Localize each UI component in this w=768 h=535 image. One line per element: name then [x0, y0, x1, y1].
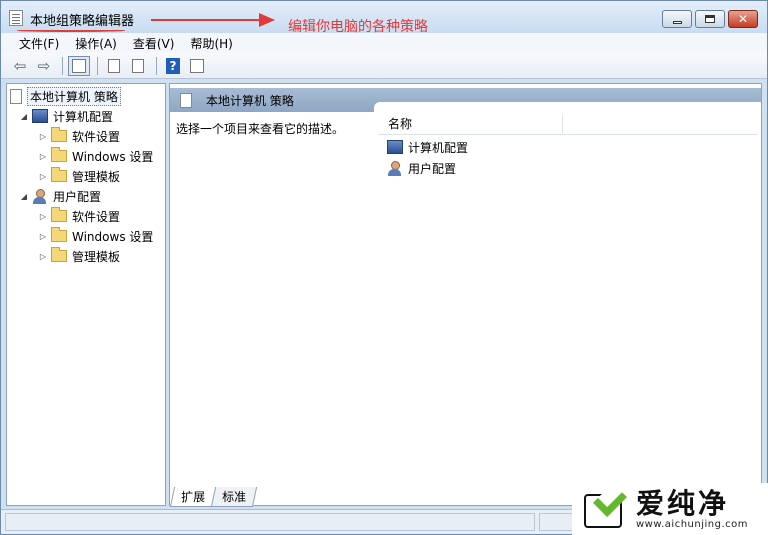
- tree-item-computer-config[interactable]: ◢ 计算机配置: [19, 106, 113, 126]
- menu-bar: 文件(F) 操作(A) 查看(V) 帮助(H): [1, 33, 767, 53]
- details-pane: 本地计算机 策略 选择一个项目来查看它的描述。 名称 计算机配置 用户配置 扩展…: [169, 83, 762, 507]
- tree-item-label: 管理模板: [72, 169, 121, 184]
- collapsed-arrow-icon[interactable]: ▷: [38, 172, 48, 181]
- back-button[interactable]: ⇦: [9, 56, 31, 76]
- title-bar[interactable]: 本地组策略编辑器 编辑你电脑的各种策略 ✕: [1, 1, 767, 35]
- tree-item-computer-windows[interactable]: ▷ Windows 设置: [38, 146, 153, 166]
- menu-file[interactable]: 文件(F): [11, 33, 67, 53]
- show-hide-tree-button[interactable]: [68, 55, 90, 76]
- list-item-label: 用户配置: [408, 161, 457, 176]
- export-list-button[interactable]: [127, 56, 149, 76]
- action-pane-button[interactable]: [186, 56, 208, 76]
- status-segment: [5, 513, 535, 531]
- collapsed-arrow-icon[interactable]: ▷: [38, 232, 48, 241]
- tree-item-label: 计算机配置: [53, 109, 114, 124]
- tab-label: 扩展: [181, 490, 206, 504]
- computer-icon: [32, 109, 48, 123]
- watermark-url: www.aichunjing.com: [636, 519, 748, 530]
- menu-help[interactable]: 帮助(H): [182, 33, 240, 53]
- tab-label: 标准: [222, 490, 247, 504]
- properties-icon: [108, 58, 120, 73]
- minimize-button[interactable]: [662, 10, 692, 28]
- collapsed-arrow-icon[interactable]: ▷: [38, 152, 48, 161]
- tree-root[interactable]: 本地计算机 策略: [10, 86, 121, 106]
- list-item-computer-config[interactable]: 计算机配置: [387, 137, 468, 157]
- list-item-label: 计算机配置: [408, 140, 469, 155]
- policy-document-icon: [9, 10, 23, 26]
- maximize-icon: [705, 15, 715, 23]
- folder-icon: [51, 127, 67, 142]
- list-item-user-config[interactable]: 用户配置: [387, 158, 456, 178]
- maximize-button[interactable]: [695, 10, 725, 28]
- tree-item-user-admin-templates[interactable]: ▷ 管理模板: [38, 246, 120, 266]
- policy-document-icon: [10, 88, 22, 104]
- menu-action[interactable]: 操作(A): [67, 33, 125, 53]
- watermark-title: 爱纯净: [636, 487, 730, 520]
- watermark-logo-icon: [580, 482, 627, 530]
- red-arrow-shaft: [151, 19, 261, 21]
- policy-editor-window: 本地组策略编辑器 编辑你电脑的各种策略 ✕ 文件(F) 操作(A) 查看(V) …: [0, 0, 768, 535]
- forward-button[interactable]: ⇨: [33, 56, 55, 76]
- collapsed-arrow-icon[interactable]: ▷: [38, 132, 48, 141]
- collapsed-arrow-icon[interactable]: ▷: [38, 212, 48, 221]
- expanded-arrow-icon[interactable]: ◢: [19, 112, 29, 121]
- tree-item-label: Windows 设置: [72, 149, 154, 164]
- view-tabs: 扩展 标准: [169, 487, 258, 507]
- tree-item-label: 软件设置: [72, 129, 121, 144]
- watermark: 爱纯净 www.aichunjing.com: [572, 482, 768, 535]
- expanded-arrow-icon[interactable]: ◢: [19, 192, 29, 201]
- forward-icon: ⇨: [37, 56, 51, 75]
- red-underline-annotation: [17, 29, 125, 32]
- folder-icon: [51, 227, 67, 242]
- tree-item-user-config[interactable]: ◢ 用户配置: [19, 186, 101, 206]
- tree-item-user-windows[interactable]: ▷ Windows 设置: [38, 226, 153, 246]
- window-controls: ✕: [659, 10, 758, 28]
- details-header-title: 本地计算机 策略: [206, 93, 294, 108]
- back-icon: ⇦: [13, 56, 27, 75]
- toolbar: ⇦ ⇨ ?: [1, 53, 767, 79]
- menu-view[interactable]: 查看(V): [125, 33, 183, 53]
- tree-root-label: 本地计算机 策略: [27, 86, 121, 106]
- red-arrow-icon: [259, 13, 275, 27]
- user-icon: [387, 160, 403, 176]
- column-header-name[interactable]: 名称: [378, 114, 563, 133]
- tree-item-label: 管理模板: [72, 249, 121, 264]
- folder-icon: [51, 167, 67, 182]
- action-pane-icon: [190, 58, 204, 73]
- navigation-tree: 本地计算机 策略 ◢ 计算机配置 ▷ 软件设置 ▷ Windows 设置 ▷ 管…: [6, 83, 166, 506]
- description-text: 选择一个项目来查看它的描述。: [176, 122, 345, 136]
- tree-item-computer-software[interactable]: ▷ 软件设置: [38, 126, 120, 146]
- folder-icon: [51, 247, 67, 262]
- close-icon: ✕: [737, 12, 749, 26]
- folder-icon: [51, 147, 67, 162]
- tab-extended[interactable]: 扩展: [169, 487, 217, 507]
- computer-icon: [387, 140, 403, 154]
- show-hide-tree-icon: [72, 58, 86, 73]
- toolbar-separator: [156, 56, 157, 75]
- column-header: 名称: [378, 113, 758, 135]
- tree-item-label: 用户配置: [53, 189, 102, 204]
- collapsed-arrow-icon[interactable]: ▷: [38, 252, 48, 261]
- watermark-text: 爱纯净 www.aichunjing.com: [636, 487, 748, 531]
- toolbar-separator: [97, 56, 98, 75]
- tree-item-user-software[interactable]: ▷ 软件设置: [38, 206, 120, 226]
- help-button[interactable]: ?: [162, 56, 184, 76]
- tree-item-label: Windows 设置: [72, 229, 154, 244]
- properties-button[interactable]: [103, 56, 125, 76]
- tree-item-computer-admin-templates[interactable]: ▷ 管理模板: [38, 166, 120, 186]
- user-icon: [32, 188, 48, 204]
- close-button[interactable]: ✕: [728, 10, 758, 28]
- tree-item-label: 软件设置: [72, 209, 121, 224]
- tab-standard[interactable]: 标准: [210, 487, 258, 507]
- help-icon: ?: [166, 57, 180, 74]
- export-list-icon: [132, 58, 144, 73]
- toolbar-separator: [62, 56, 63, 75]
- folder-icon: [51, 207, 67, 222]
- window-title: 本地组策略编辑器: [30, 14, 135, 29]
- minimize-icon: [672, 20, 682, 24]
- policy-document-icon: [180, 92, 192, 108]
